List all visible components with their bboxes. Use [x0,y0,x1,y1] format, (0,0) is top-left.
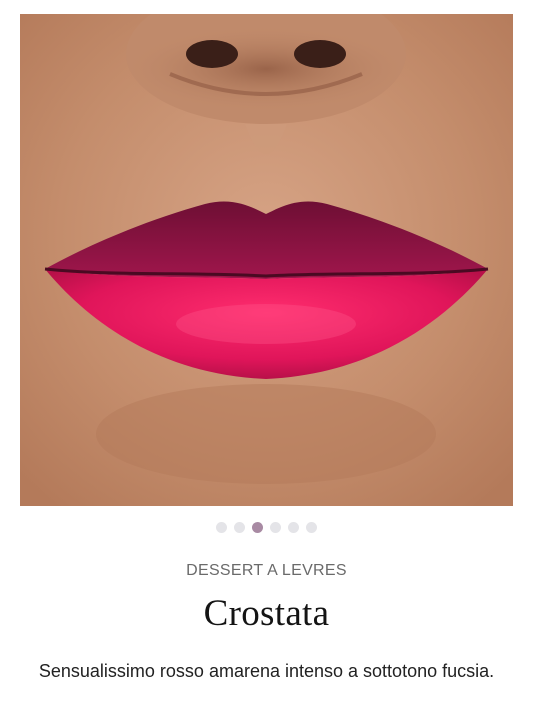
carousel-dot-2[interactable] [234,522,245,533]
product-image[interactable] [20,14,513,506]
carousel-dot-6[interactable] [306,522,317,533]
product-description: Sensualissimo rosso amarena intenso a so… [38,661,495,681]
carousel-dot-3-active[interactable] [252,522,263,533]
carousel-dot-5[interactable] [288,522,299,533]
product-collection: DESSERT A LEVRES [186,562,347,579]
carousel-dot-1[interactable] [216,522,227,533]
carousel-dot-4[interactable] [270,522,281,533]
lips-photo [20,14,513,506]
carousel-pagination [0,522,533,534]
product-name: Crostata [203,593,330,634]
